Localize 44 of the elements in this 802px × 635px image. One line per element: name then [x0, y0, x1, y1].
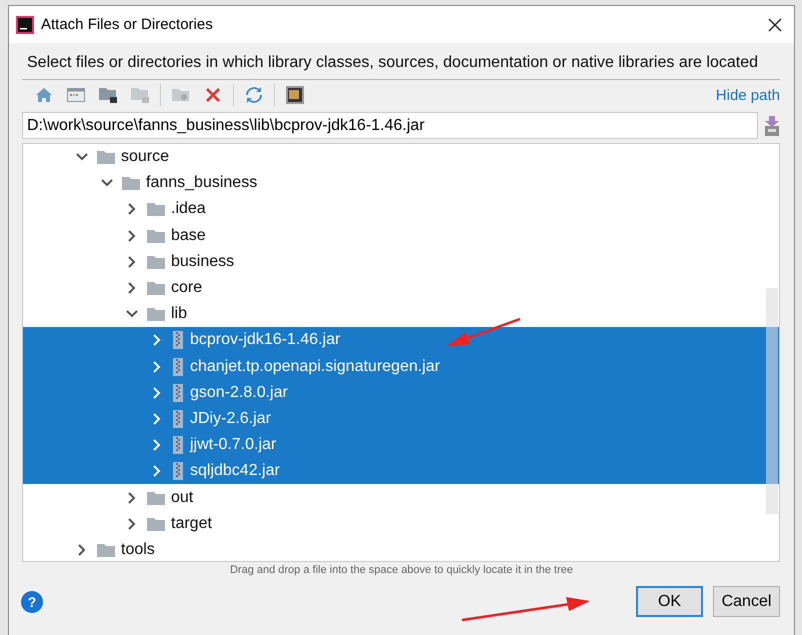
path-field[interactable]: D:\work\source\fanns_business\lib\bcprov-jdk16-1.46.jar	[22, 112, 758, 139]
jar-file-icon	[172, 384, 184, 402]
help-button[interactable]: ?	[21, 590, 43, 612]
tree-item[interactable]: jjwt-0.7.0.jar	[23, 432, 779, 458]
jar-file-icon	[172, 436, 184, 454]
folder-icon	[147, 202, 165, 216]
tree-item[interactable]: gson-2.8.0.jar	[23, 380, 779, 406]
cancel-button[interactable]: Cancel	[713, 586, 780, 617]
hint-text: Drag and drop a file into the space above to quickly locate it in the tree	[228, 563, 574, 578]
folder-icon	[147, 490, 165, 505]
folder-icon	[147, 228, 165, 243]
folder-icon	[147, 516, 165, 531]
hide-path-link[interactable]: Hide path	[716, 86, 780, 104]
folder-icon	[147, 254, 165, 269]
tree-item[interactable]: fanns_business	[23, 170, 779, 196]
app-logo-icon	[16, 16, 34, 34]
jar-file-icon	[172, 462, 184, 480]
tree-item[interactable]: business	[23, 248, 779, 275]
tree-item[interactable]: bcprov-jdk16-1.46.jar	[23, 327, 779, 354]
jar-file-icon	[172, 331, 184, 350]
tree-item[interactable]: base	[23, 222, 779, 249]
tree-item[interactable]: JDiy-2.6.jar	[23, 406, 779, 432]
folder-icon	[122, 176, 140, 190]
ok-button[interactable]: OK	[636, 586, 703, 617]
folder-icon	[97, 150, 115, 164]
tree-item[interactable]: lib	[23, 301, 779, 328]
scrollbar[interactable]	[766, 288, 778, 514]
close-button[interactable]	[766, 16, 784, 34]
description-text: Select files or directories in which library classes, sources, documentation or native libraries are located	[27, 53, 758, 73]
download-icon[interactable]	[764, 116, 780, 136]
folder-icon	[97, 542, 115, 557]
tree-item[interactable]: source	[23, 144, 779, 170]
jar-file-icon	[172, 410, 184, 428]
tree-item[interactable]: chanjet.tp.openapi.signaturegen.jar	[23, 354, 779, 380]
tree-item[interactable]: .idea	[23, 196, 779, 223]
tree-item[interactable]: core	[23, 274, 779, 302]
jar-file-icon	[172, 358, 184, 376]
tree-item[interactable]: tools	[23, 536, 779, 561]
tree-item[interactable]: out	[23, 484, 779, 511]
folder-icon	[147, 307, 165, 322]
tree-item[interactable]: sqljdbc42.jar	[23, 458, 779, 484]
window-title: Attach Files or Directories	[41, 16, 214, 33]
tree-item[interactable]: target	[23, 510, 779, 537]
folder-icon	[147, 281, 165, 296]
